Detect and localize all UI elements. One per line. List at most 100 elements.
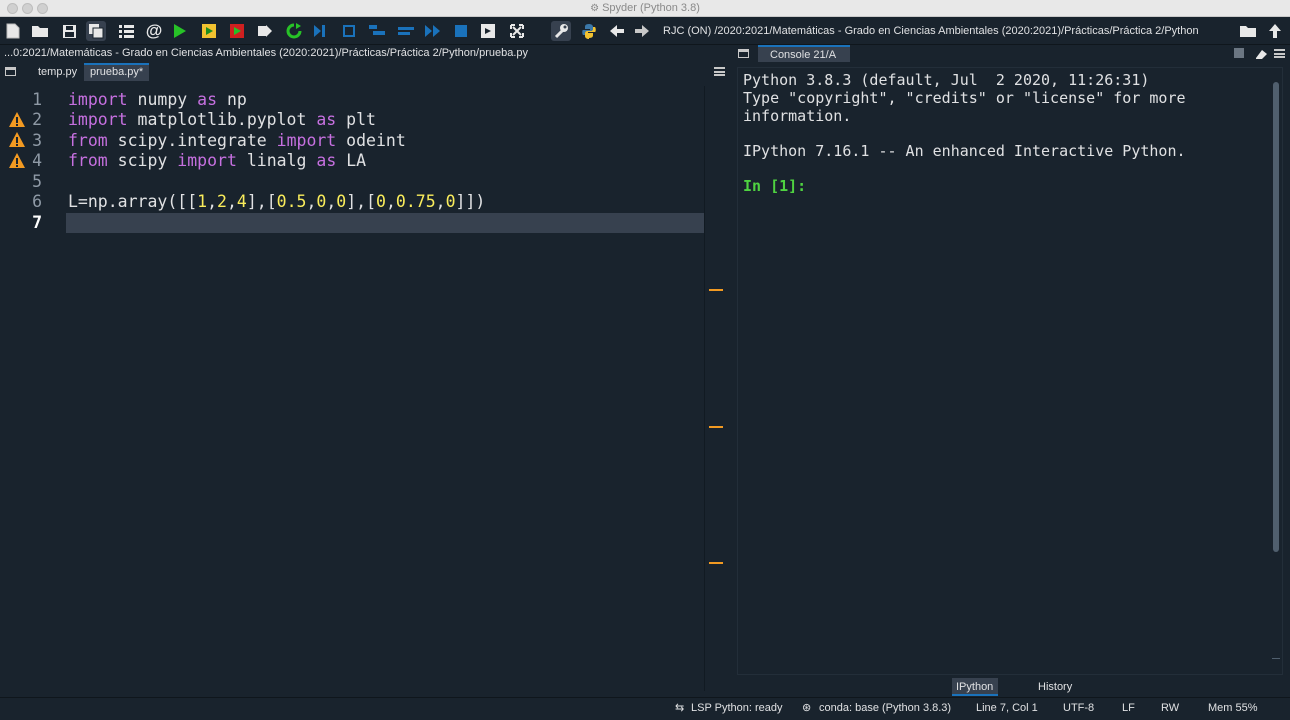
- memory-usage: Mem 55%: [1208, 702, 1258, 714]
- editor-tabs-bar: temp.py prueba.py*: [0, 62, 730, 82]
- code-line[interactable]: [66, 172, 704, 192]
- lsp-status-icon: ⇆: [675, 702, 685, 714]
- editor-menu-icon[interactable]: [714, 67, 725, 76]
- stop-icon[interactable]: [451, 21, 471, 41]
- step-return-icon[interactable]: [396, 21, 416, 41]
- code-line[interactable]: from scipy.integrate import odeint: [66, 131, 704, 151]
- spyder-icon: ⚙: [590, 3, 600, 14]
- keyword: from: [68, 151, 108, 170]
- number-literal: 4: [236, 192, 247, 211]
- console-tabs-bar: Console 21/A: [734, 45, 1290, 62]
- clear-console-icon[interactable]: [1254, 48, 1268, 60]
- console-output-line: IPython 7.16.1 -- An enhanced Interactiv…: [743, 142, 1186, 160]
- main-toolbar: @ RJC (ON) /2020:2021/Matemáticas - Grad…: [0, 17, 1290, 45]
- open-file-icon[interactable]: [30, 21, 50, 41]
- keyword: as: [316, 110, 337, 129]
- code-token: odeint: [336, 131, 406, 150]
- code-line[interactable]: from scipy import linalg as LA: [66, 151, 704, 171]
- working-directory-path: RJC (ON) /2020:2021/Matemáticas - Grado …: [663, 25, 1199, 37]
- code-token: ],[: [246, 192, 277, 211]
- code-token: linalg: [236, 151, 317, 170]
- code-text[interactable]: import numpy as np import matplotlib.pyp…: [66, 86, 704, 691]
- conda-status[interactable]: conda: base (Python 3.8.3): [819, 698, 951, 719]
- code-token: ,: [385, 192, 396, 211]
- editor-scroll-flags[interactable]: [704, 86, 730, 691]
- step-icon[interactable]: [339, 21, 359, 41]
- code-line[interactable]: L=np.array([[1,2,4],[0.5,0,0],[0,0.75,0]…: [66, 192, 704, 212]
- parent-folder-icon[interactable]: [1265, 21, 1285, 41]
- run-icon[interactable]: [170, 21, 190, 41]
- line-number: 4: [32, 151, 42, 170]
- console-menu-icon[interactable]: [1274, 49, 1285, 58]
- console-scrollbar-end: [1272, 658, 1280, 666]
- pane-options-icon[interactable]: [5, 67, 16, 76]
- forward-icon[interactable]: [632, 21, 652, 41]
- console-scrollbar[interactable]: [1273, 82, 1279, 552]
- tab-console[interactable]: Console 21/A: [758, 45, 851, 62]
- ipython-console[interactable]: Python 3.8.3 (default, Jul 2 2020, 11:26…: [737, 67, 1283, 675]
- line-number: 5: [32, 172, 42, 191]
- tab-temp-py[interactable]: temp.py: [32, 63, 83, 81]
- step-into-icon[interactable]: [367, 21, 387, 41]
- new-file-icon[interactable]: [3, 21, 23, 41]
- run-selection-icon[interactable]: [255, 21, 275, 41]
- fullscreen-icon[interactable]: [507, 21, 527, 41]
- line-number: 2: [32, 110, 42, 129]
- working-directory-combobox[interactable]: RJC (ON) /2020:2021/Matemáticas - Grado …: [660, 21, 1230, 42]
- run-cell-advance-icon[interactable]: [227, 21, 247, 41]
- keyword: import: [276, 131, 337, 150]
- file-permissions: RW: [1161, 702, 1180, 714]
- keyword: import: [68, 90, 128, 109]
- console-prompt[interactable]: In [1]:: [743, 177, 806, 195]
- keyword: import: [68, 110, 128, 129]
- number-literal: 0: [316, 192, 327, 211]
- tab-prueba-py[interactable]: prueba.py*: [84, 63, 150, 81]
- code-token: matplotlib.pyplot: [127, 110, 317, 129]
- code-token: ,: [226, 192, 237, 211]
- python-path-icon[interactable]: [579, 21, 599, 41]
- preferences-icon[interactable]: [551, 21, 571, 41]
- warning-flag[interactable]: [709, 426, 723, 428]
- continue-icon[interactable]: [423, 21, 443, 41]
- code-line-current[interactable]: [66, 213, 704, 233]
- tab-history[interactable]: History: [1034, 678, 1076, 696]
- line-number-gutter: 1 2 3 4 5 6 7: [0, 86, 66, 691]
- lsp-status[interactable]: LSP Python: ready: [691, 698, 783, 719]
- code-token: scipy.integrate: [107, 131, 277, 150]
- line-number: 6: [32, 192, 42, 211]
- code-line[interactable]: import numpy as np: [66, 90, 704, 110]
- outline-icon[interactable]: [116, 21, 136, 41]
- save-all-icon[interactable]: [86, 21, 106, 41]
- number-literal: 2: [217, 192, 227, 211]
- browse-folder-icon[interactable]: [1238, 21, 1258, 41]
- maximize-pane-icon[interactable]: [478, 21, 498, 41]
- code-line[interactable]: import matplotlib.pyplot as plt: [66, 110, 704, 130]
- conda-icon: ⊛: [802, 702, 812, 714]
- window-titlebar: ⚙ Spyder (Python 3.8): [0, 0, 1290, 17]
- save-icon[interactable]: [59, 21, 79, 41]
- code-editor[interactable]: 1 2 3 4 5 6 7 import numpy as np import …: [0, 86, 730, 691]
- rerun-icon[interactable]: [284, 21, 304, 41]
- debug-icon[interactable]: [310, 21, 330, 41]
- number-literal: 0.5: [276, 192, 307, 211]
- window-title: Spyder (Python 3.8): [602, 2, 700, 14]
- pane-options-icon[interactable]: [738, 49, 749, 58]
- line-endings: LF: [1122, 702, 1135, 714]
- back-icon[interactable]: [607, 21, 627, 41]
- code-token: ,: [326, 192, 337, 211]
- at-icon[interactable]: @: [144, 21, 164, 41]
- code-token: np: [217, 90, 247, 109]
- code-token: ,: [435, 192, 446, 211]
- code-token: numpy: [127, 90, 198, 109]
- status-bar: ⇆ LSP Python: ready ⊛ conda: base (Pytho…: [0, 697, 1290, 720]
- code-token: LA: [336, 151, 367, 170]
- warning-flag[interactable]: [709, 562, 723, 564]
- run-cell-icon[interactable]: [199, 21, 219, 41]
- number-literal: 1: [197, 192, 208, 211]
- keyword: as: [316, 151, 337, 170]
- console-output-line: Type "copyright", "credits" or "license"…: [743, 89, 1186, 107]
- code-token: ,: [207, 192, 218, 211]
- tab-ipython-console[interactable]: IPython console: [952, 678, 998, 711]
- interrupt-kernel-icon[interactable]: [1234, 48, 1244, 58]
- warning-flag[interactable]: [709, 289, 723, 291]
